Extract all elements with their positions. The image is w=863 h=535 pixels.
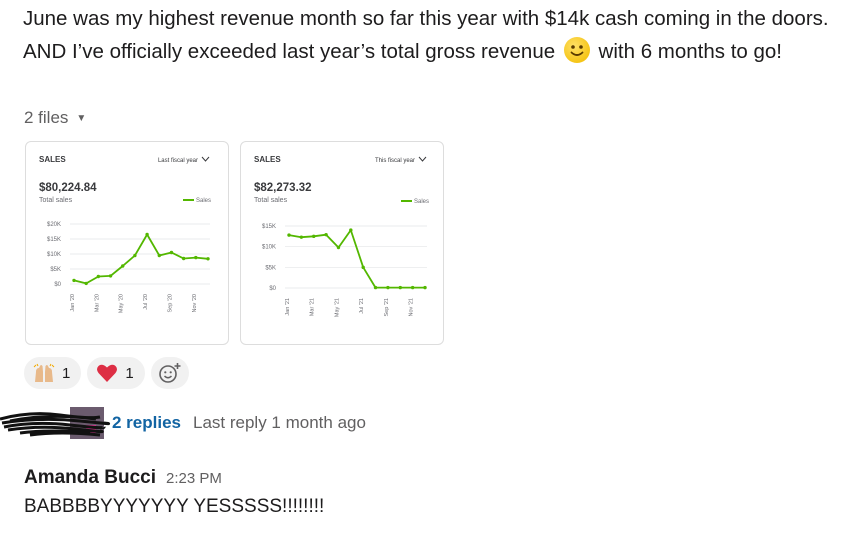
legend-label: Sales [414, 199, 429, 205]
total-label: Total sales [39, 197, 73, 204]
data-point [84, 281, 88, 286]
data-point [386, 285, 390, 290]
reply-message-text: BABBBBYYYYYYY YESSSSS!!!!!!!! [24, 496, 325, 517]
data-point [181, 256, 186, 261]
last-reply-time: Last reply 1 month ago [193, 413, 366, 432]
data-point [299, 235, 304, 239]
card-header: SALES [254, 155, 281, 164]
y-tick-label: $5K [50, 267, 61, 273]
sales-chart-1: SALES Last fiscal year $80,224.84 Total … [39, 155, 211, 313]
file-card-1[interactable]: SALES Last fiscal year $80,224.84 Total … [25, 141, 229, 345]
data-point [361, 265, 365, 270]
add-emoji-icon [158, 363, 181, 383]
period-select[interactable]: This fiscal year [375, 158, 415, 164]
sales-chart-2: SALES This fiscal year $82,273.32 Total … [254, 155, 429, 317]
legend-label: Sales [196, 198, 211, 204]
y-tick-label: $10K [47, 252, 61, 258]
chevron-down-icon [418, 156, 427, 162]
data-point [108, 274, 113, 278]
reaction-raised-hands[interactable]: 1 [24, 357, 82, 389]
data-point [312, 234, 316, 239]
x-tick-label: May '20 [119, 294, 125, 313]
x-tick-label: Jul '21 [359, 298, 365, 314]
redacted-avatars [0, 405, 112, 441]
data-point [324, 232, 328, 237]
x-tick-label: Mar '21 [310, 298, 316, 316]
red-heart-icon [97, 364, 118, 382]
reply-header: Amanda Bucci 2:23 PM [24, 467, 222, 489]
y-tick-label: $15K [47, 237, 61, 243]
data-point [423, 285, 427, 290]
x-tick-label: Nov '21 [409, 298, 415, 316]
card-header: SALES [39, 155, 66, 164]
reaction-heart[interactable]: 1 [87, 357, 145, 389]
thread-summary[interactable]: 2 replies Last reply 1 month ago [0, 405, 366, 441]
file-card-2[interactable]: SALES This fiscal year $82,273.32 Total … [240, 141, 444, 345]
data-point [373, 285, 378, 290]
caret-down-icon: ▼ [76, 113, 87, 124]
chevron-down-icon [201, 156, 210, 162]
data-point [96, 274, 101, 279]
x-tick-label: Sep '21 [384, 298, 390, 316]
data-point [287, 233, 291, 237]
files-toggle[interactable]: 2 files ▼ [24, 108, 86, 128]
total-label: Total sales [254, 197, 288, 204]
replies-link[interactable]: 2 replies [112, 413, 181, 433]
files-toggle-label: 2 files [24, 108, 69, 127]
x-tick-label: Sep '20 [167, 294, 173, 312]
author-name[interactable]: Amanda Bucci [24, 467, 156, 489]
series-line-sales [73, 233, 209, 285]
x-tick-label: Nov '20 [192, 294, 198, 312]
period-select[interactable]: Last fiscal year [158, 158, 198, 164]
y-tick-label: $0 [269, 286, 276, 292]
message-timestamp[interactable]: 2:23 PM [166, 470, 222, 487]
data-point [349, 228, 353, 232]
raised-hands-icon [33, 363, 55, 382]
x-tick-label: Jul '20 [143, 294, 149, 310]
data-point [145, 232, 149, 237]
message-text: June was my highest revenue month so far… [23, 2, 853, 68]
add-reaction-button[interactable] [150, 357, 189, 389]
data-point [121, 264, 125, 268]
total-value: $80,224.84 [39, 182, 97, 194]
x-tick-label: Jan '21 [285, 298, 291, 316]
y-tick-label: $0 [54, 282, 61, 288]
data-point [336, 245, 341, 250]
reactions-bar: 1 1 [24, 357, 189, 389]
data-point [410, 285, 415, 290]
data-point [194, 255, 198, 260]
x-tick-label: May '21 [334, 298, 340, 317]
smiling-face-emoji-icon [563, 37, 590, 63]
y-tick-label: $20K [47, 222, 61, 228]
x-tick-label: Jan '20 [70, 294, 76, 312]
data-point [398, 285, 402, 290]
x-tick-label: Mar '20 [94, 294, 100, 312]
total-value: $82,273.32 [254, 182, 312, 194]
data-point [206, 257, 210, 261]
reaction-count: 1 [125, 364, 134, 382]
y-tick-label: $10K [262, 245, 276, 251]
message-body-end: with 6 months to go! [592, 40, 782, 63]
y-tick-label: $15K [262, 224, 276, 230]
series-line-sales [288, 229, 425, 289]
data-point [72, 278, 76, 283]
data-point [133, 253, 137, 258]
y-tick-label: $5K [265, 265, 276, 271]
reaction-count: 1 [62, 364, 71, 382]
data-point [169, 250, 174, 255]
data-point [157, 253, 161, 258]
